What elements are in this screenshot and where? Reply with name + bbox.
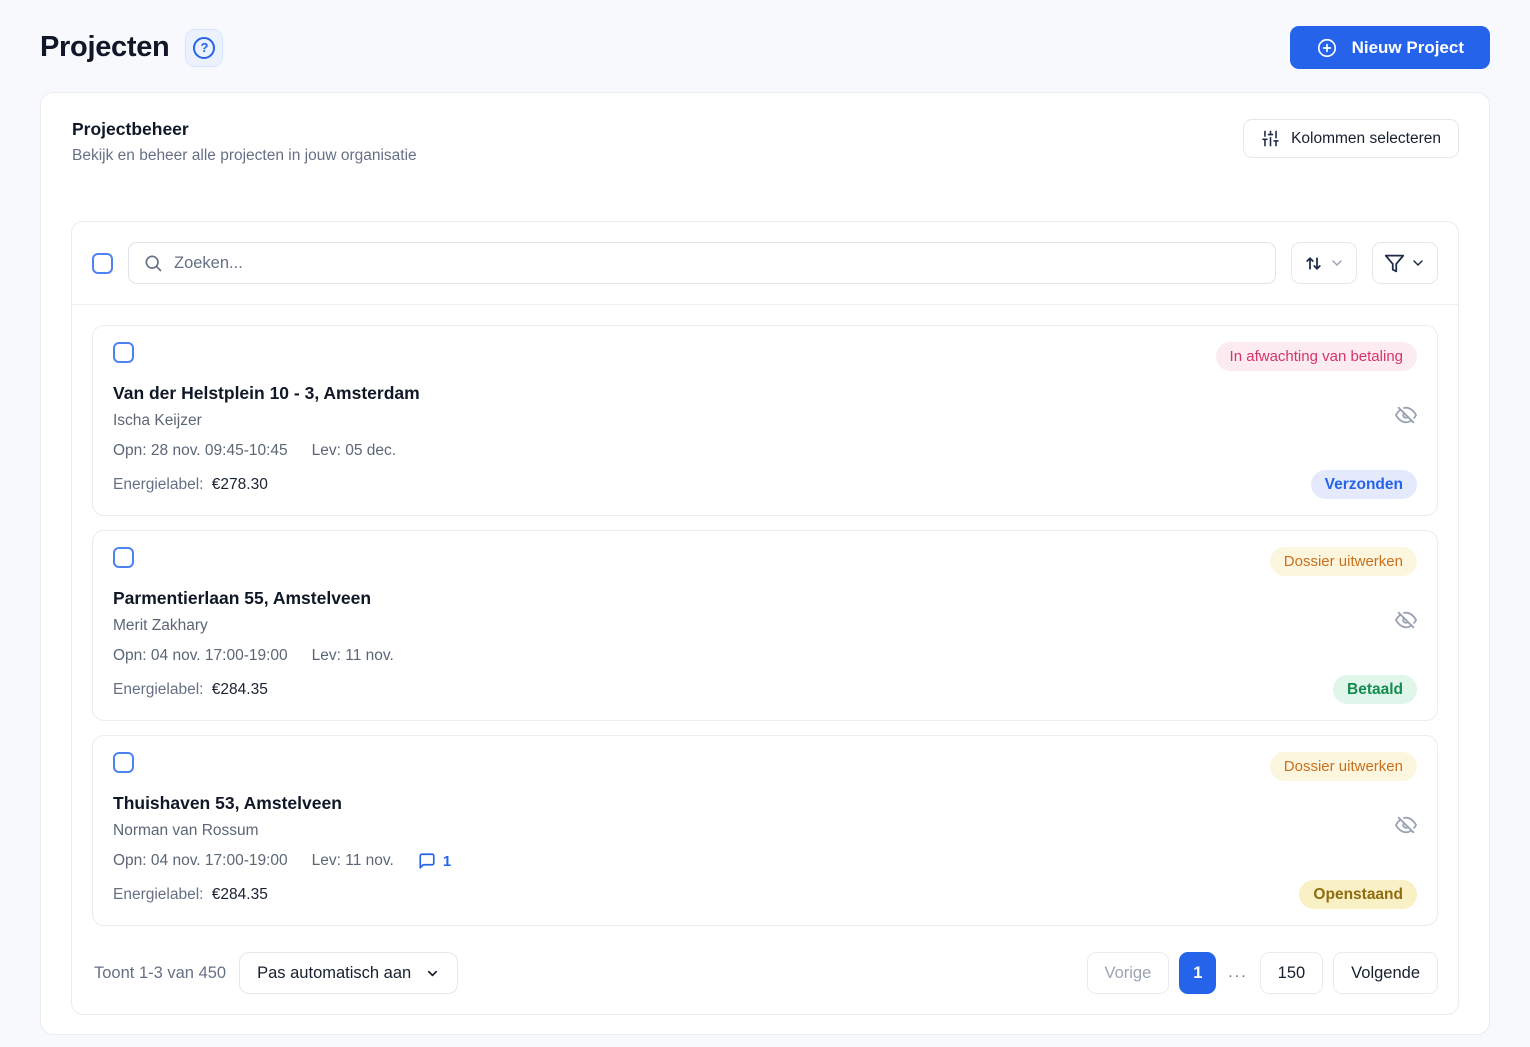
- project-contact: Ischa Keijzer: [113, 412, 1417, 430]
- workflow-status-badge: In afwachting van betaling: [1216, 342, 1417, 371]
- delivery-date: Lev: 11 nov.: [312, 852, 394, 870]
- project-card[interactable]: In afwachting van betaling Van der Helst…: [92, 325, 1438, 516]
- sort-button[interactable]: [1291, 242, 1357, 284]
- eye-off-icon[interactable]: [1395, 814, 1417, 836]
- opname-date: Opn: 04 nov. 17:00-19:00: [113, 647, 288, 665]
- list-footer: Toont 1-3 van 450 Pas automatisch aan Vo…: [72, 946, 1458, 1014]
- panel-title: Projectbeheer: [72, 119, 417, 140]
- page-button-150[interactable]: 150: [1260, 952, 1324, 994]
- page-size-label: Pas automatisch aan: [257, 964, 411, 983]
- project-checkbox[interactable]: [113, 547, 134, 568]
- project-checkbox[interactable]: [113, 342, 134, 363]
- product-label: Energielabel:: [113, 681, 203, 698]
- list-toolbar: [72, 222, 1458, 304]
- eye-off-icon[interactable]: [1395, 404, 1417, 426]
- project-price: €284.35: [212, 681, 268, 698]
- delivery-date: Lev: 05 dec.: [312, 442, 396, 460]
- project-checkbox[interactable]: [113, 752, 134, 773]
- delivery-date: Lev: 11 nov.: [312, 647, 394, 665]
- product-label: Energielabel:: [113, 886, 203, 903]
- help-button[interactable]: ?: [185, 29, 223, 67]
- sliders-icon: [1261, 129, 1280, 148]
- chevron-down-icon: [1329, 255, 1345, 271]
- comments-chip[interactable]: 1: [418, 852, 451, 870]
- payment-status-badge: Verzonden: [1311, 470, 1417, 499]
- new-project-label: Nieuw Project: [1352, 38, 1464, 58]
- pagination-ellipsis: ...: [1226, 964, 1249, 982]
- project-contact: Merit Zakhary: [113, 617, 1417, 635]
- eye-off-icon[interactable]: [1395, 609, 1417, 631]
- sort-arrows-icon: [1303, 253, 1324, 274]
- comment-bubble-icon: [418, 852, 436, 870]
- topbar: Projecten ? Nieuw Project: [0, 0, 1530, 69]
- payment-status-badge: Openstaand: [1299, 880, 1417, 909]
- project-list: In afwachting van betaling Van der Helst…: [71, 221, 1459, 1015]
- comments-count: 1: [443, 853, 451, 870]
- previous-page-button[interactable]: Vorige: [1087, 952, 1170, 994]
- project-management-panel: Projectbeheer Bekijk en beheer alle proj…: [40, 92, 1490, 1035]
- question-circle-icon: ?: [193, 37, 215, 59]
- project-title: Parmentierlaan 55, Amstelveen: [113, 588, 1417, 609]
- opname-date: Opn: 28 nov. 09:45-10:45: [113, 442, 288, 460]
- plus-circle-icon: [1316, 37, 1338, 59]
- new-project-button[interactable]: Nieuw Project: [1290, 26, 1490, 69]
- search-box: [128, 242, 1276, 284]
- project-price: €284.35: [212, 886, 268, 903]
- project-contact: Norman van Rossum: [113, 822, 1417, 840]
- select-columns-button[interactable]: Kolommen selecteren: [1243, 119, 1459, 158]
- payment-status-badge: Betaald: [1333, 675, 1417, 704]
- search-icon: [143, 253, 163, 273]
- chevron-down-icon: [1410, 255, 1426, 271]
- project-card[interactable]: Dossier uitwerken Parmentierlaan 55, Ams…: [92, 530, 1438, 721]
- workflow-status-badge: Dossier uitwerken: [1270, 547, 1417, 576]
- project-title: Thuishaven 53, Amstelveen: [113, 793, 1417, 814]
- panel-subtitle: Bekijk en beheer alle projecten in jouw …: [72, 147, 417, 165]
- chevron-down-icon: [425, 966, 440, 981]
- results-count: Toont 1-3 van 450: [92, 964, 226, 983]
- funnel-icon: [1384, 253, 1405, 274]
- project-price: €278.30: [212, 476, 268, 493]
- search-input[interactable]: [174, 254, 1261, 273]
- page-button-1[interactable]: 1: [1179, 952, 1216, 994]
- workflow-status-badge: Dossier uitwerken: [1270, 752, 1417, 781]
- opname-date: Opn: 04 nov. 17:00-19:00: [113, 852, 288, 870]
- select-all-checkbox[interactable]: [92, 253, 113, 274]
- product-label: Energielabel:: [113, 476, 203, 493]
- pagination: Vorige 1 ... 150 Volgende: [1087, 952, 1439, 994]
- project-card[interactable]: Dossier uitwerken Thuishaven 53, Amstelv…: [92, 735, 1438, 926]
- page-title: Projecten: [40, 31, 169, 64]
- project-title: Van der Helstplein 10 - 3, Amsterdam: [113, 383, 1417, 404]
- select-columns-label: Kolommen selecteren: [1291, 130, 1441, 148]
- filter-button[interactable]: [1372, 242, 1438, 284]
- next-page-button[interactable]: Volgende: [1333, 952, 1438, 994]
- page-size-select[interactable]: Pas automatisch aan: [239, 952, 458, 994]
